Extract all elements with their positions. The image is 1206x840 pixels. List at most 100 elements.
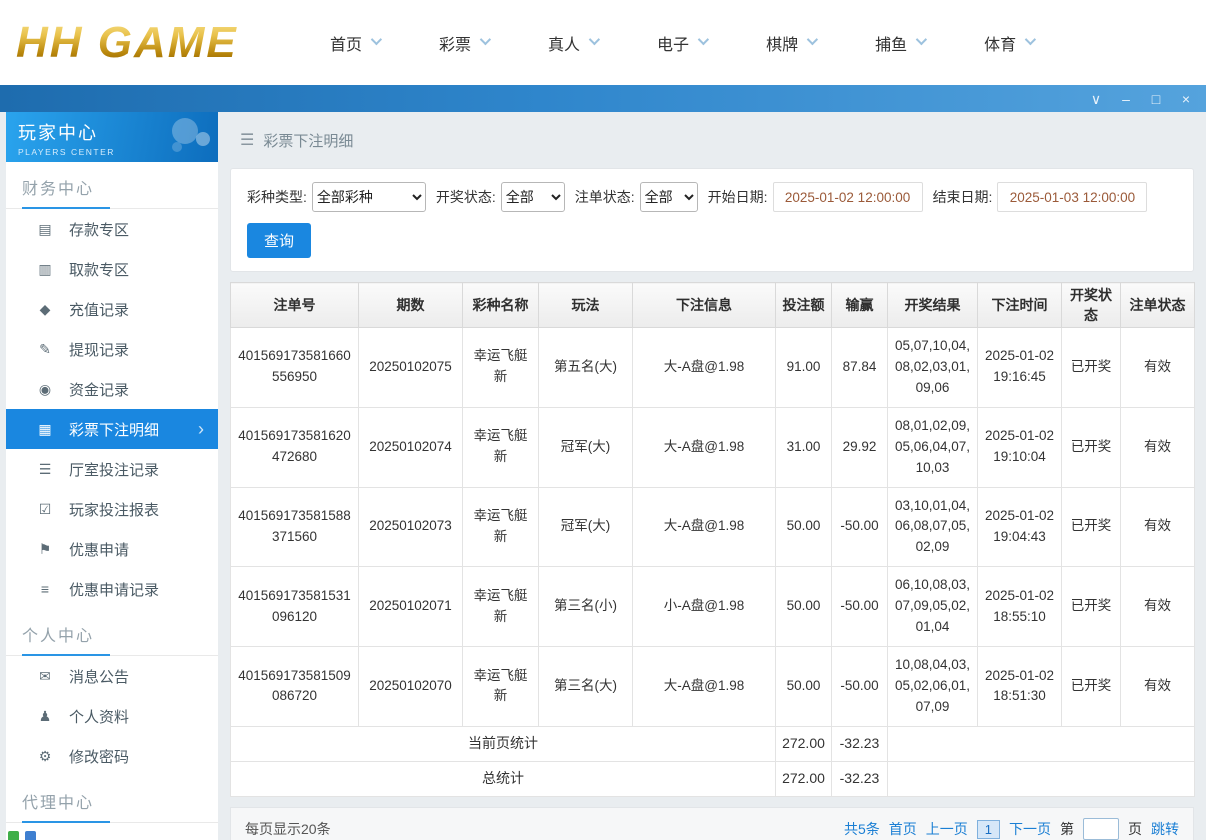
sidebar-item-label: 充值记录	[69, 301, 130, 319]
table-row: 401569173581509086720 20250102070 幸运飞艇新 …	[230, 646, 1195, 727]
lottery-type-select[interactable]: 全部彩种	[311, 182, 426, 212]
cell-order-status: 有效	[1120, 566, 1195, 648]
section-finance-center: 财务中心	[6, 162, 218, 209]
start-date-filter: 开始日期:	[708, 182, 923, 212]
sidebar-item-promo-apply-records[interactable]: ≡ 优惠申请记录	[6, 569, 218, 609]
sidebar-item-label: 存款专区	[69, 221, 130, 239]
sidebar-item-withdraw[interactable]: ▥ 取款专区	[6, 249, 218, 289]
hamburger-icon[interactable]: ☰	[240, 130, 254, 150]
cell-bet-info: 小-A盘@1.98	[632, 566, 776, 648]
current-page-badge: 1	[976, 819, 1000, 839]
end-date-input[interactable]	[997, 182, 1148, 212]
nav-item-home[interactable]: 首页	[330, 31, 383, 55]
table-row: 401569173581620472680 20250102074 幸运飞艇新 …	[230, 406, 1195, 488]
summary-win-loss: -32.23	[831, 760, 888, 797]
nav-label: 首页	[330, 36, 363, 54]
deposit-icon: ▤	[38, 220, 52, 237]
nav-label: 彩票	[439, 36, 472, 54]
nav-item-lottery[interactable]: 彩票	[439, 31, 492, 55]
cell-win-loss: 87.84	[831, 327, 888, 408]
cell-bet-amount: 31.00	[775, 406, 832, 488]
sidebar-item-promo-apply[interactable]: ⚑ 优惠申请	[6, 529, 218, 569]
per-page-label: 每页显示20条	[245, 821, 331, 838]
total-summary-row: 总统计 272.00 -32.23	[230, 760, 1195, 797]
nav-label: 电子	[657, 36, 690, 54]
prev-page-link[interactable]: 上一页	[926, 819, 968, 839]
workspace: 玩家中心 PLAYERS CENTER 财务中心 ▤ 存款专区 ▥ 取款专区 ◆…	[0, 112, 1206, 840]
section-agent-center: 代理中心	[6, 776, 218, 823]
chevron-down-icon	[806, 33, 819, 46]
search-button[interactable]: 查询	[247, 223, 312, 258]
first-page-link[interactable]: 首页	[889, 819, 917, 839]
cell-play: 冠军(大)	[538, 406, 633, 488]
cell-bet-time: 2025-01-02 19:10:04	[977, 406, 1062, 488]
cell-bet-time: 2025-01-02 19:16:45	[977, 327, 1062, 408]
jump-link[interactable]: 跳转	[1151, 819, 1179, 839]
window-collapse-icon[interactable]: ∨	[1084, 88, 1108, 110]
start-date-input[interactable]	[772, 182, 923, 212]
cell-play: 第五名(大)	[538, 327, 633, 408]
cell-draw-result: 10,08,04,03,05,02,06,01,07,09	[887, 646, 978, 727]
sidebar-item-change-password[interactable]: ⚙ 修改密码	[6, 736, 218, 776]
cell-draw-result: 03,10,01,04,06,08,07,05,02,09	[887, 486, 978, 568]
cell-draw-status: 已开奖	[1061, 406, 1121, 488]
current-page-summary-row: 当前页统计 272.00 -32.23	[230, 725, 1195, 762]
window-close-icon[interactable]: ×	[1174, 88, 1198, 110]
nav-item-sports[interactable]: 体育	[984, 31, 1037, 55]
chevron-down-icon	[370, 33, 383, 46]
filter-row: 彩种类型: 全部彩种 开奖状态: 全部 注单状态: 全部 开始日期: 2025-…	[247, 182, 1177, 212]
nav-item-boardgames[interactable]: 棋牌	[766, 31, 819, 55]
sidebar-item-label: 提现记录	[69, 341, 130, 359]
nav-item-fishing[interactable]: 捕鱼	[875, 31, 928, 55]
window-maximize-icon[interactable]: □	[1144, 88, 1168, 110]
cell-period: 20250102073	[358, 486, 463, 568]
end-date-label: 结束日期:	[932, 189, 993, 205]
cell-play: 第三名(大)	[538, 646, 633, 727]
draw-status-select[interactable]: 全部	[500, 182, 565, 212]
order-status-select[interactable]: 全部	[639, 182, 698, 212]
main-content: ☰ 彩票下注明细 彩种类型: 全部彩种 开奖状态: 全部 注单状态: 全部 开始…	[218, 112, 1206, 840]
table-row: 401569173581588371560 20250102073 幸运飞艇新 …	[230, 486, 1195, 568]
cell-win-loss: -50.00	[831, 486, 888, 568]
bet-records-table-card: 注单号 期数 彩种名称 玩法 下注信息 投注额 输赢 开奖结果 下注时间 开奖状…	[230, 282, 1195, 797]
summary-label: 当前页统计	[230, 725, 776, 762]
cell-bet-time: 2025-01-02 18:55:10	[977, 566, 1062, 648]
sidebar-item-label: 彩票下注明细	[69, 421, 160, 439]
withdrawal-record-icon: ✎	[39, 340, 51, 357]
summary-bet-amount: 272.00	[775, 725, 832, 762]
lottery-type-filter: 彩种类型: 全部彩种	[247, 182, 426, 212]
sidebar-item-withdrawal-records[interactable]: ✎ 提现记录	[6, 329, 218, 369]
col-draw-status: 开奖状态	[1061, 282, 1121, 328]
summary-label: 总统计	[230, 760, 776, 797]
nav-item-live[interactable]: 真人	[548, 31, 601, 55]
sidebar-item-profile[interactable]: ♟ 个人资料	[6, 696, 218, 736]
page-suffix-label: 页	[1128, 821, 1142, 838]
nav-item-slots[interactable]: 电子	[657, 31, 710, 55]
sidebar-item-deposit[interactable]: ▤ 存款专区	[6, 209, 218, 249]
cell-bet-time: 2025-01-02 18:51:30	[977, 646, 1062, 727]
sidebar-item-hall-bet-records[interactable]: ☰ 厅室投注记录	[6, 449, 218, 489]
sidebar-item-fund-records[interactable]: ◉ 资金记录	[6, 369, 218, 409]
page-jump-input[interactable]	[1083, 818, 1119, 840]
col-bet-amount: 投注额	[775, 282, 832, 328]
sidebar-item-recharge-records[interactable]: ◆ 充值记录	[6, 289, 218, 329]
recharge-icon: ◆	[39, 300, 51, 317]
cell-order-id: 401569173581620472680	[230, 406, 359, 488]
sidebar-item-lottery-bet-details[interactable]: ▦ 彩票下注明细 ›	[6, 409, 218, 449]
window-minimize-icon[interactable]: –	[1114, 88, 1138, 110]
cell-win-loss: -50.00	[831, 646, 888, 727]
col-draw-result: 开奖结果	[887, 282, 978, 328]
sidebar-item-player-bet-report[interactable]: ☑ 玩家投注报表	[6, 489, 218, 529]
chevron-right-icon: ›	[198, 418, 204, 439]
sidebar-item-label: 个人资料	[69, 708, 130, 726]
cell-draw-result: 05,07,10,04,08,02,03,01,09,06	[887, 327, 978, 408]
nav-label: 捕鱼	[875, 36, 908, 54]
cell-lottery-name: 幸运飞艇新	[462, 566, 539, 648]
withdraw-icon: ▥	[38, 260, 52, 277]
bet-records-table: 注单号 期数 彩种名称 玩法 下注信息 投注额 输赢 开奖结果 下注时间 开奖状…	[230, 282, 1195, 797]
cell-draw-status: 已开奖	[1061, 486, 1121, 568]
sidebar-item-announcements[interactable]: ✉ 消息公告	[6, 656, 218, 696]
players-center-banner: 玩家中心 PLAYERS CENTER	[6, 112, 218, 162]
cell-win-loss: 29.92	[831, 406, 888, 488]
next-page-link[interactable]: 下一页	[1009, 819, 1051, 839]
